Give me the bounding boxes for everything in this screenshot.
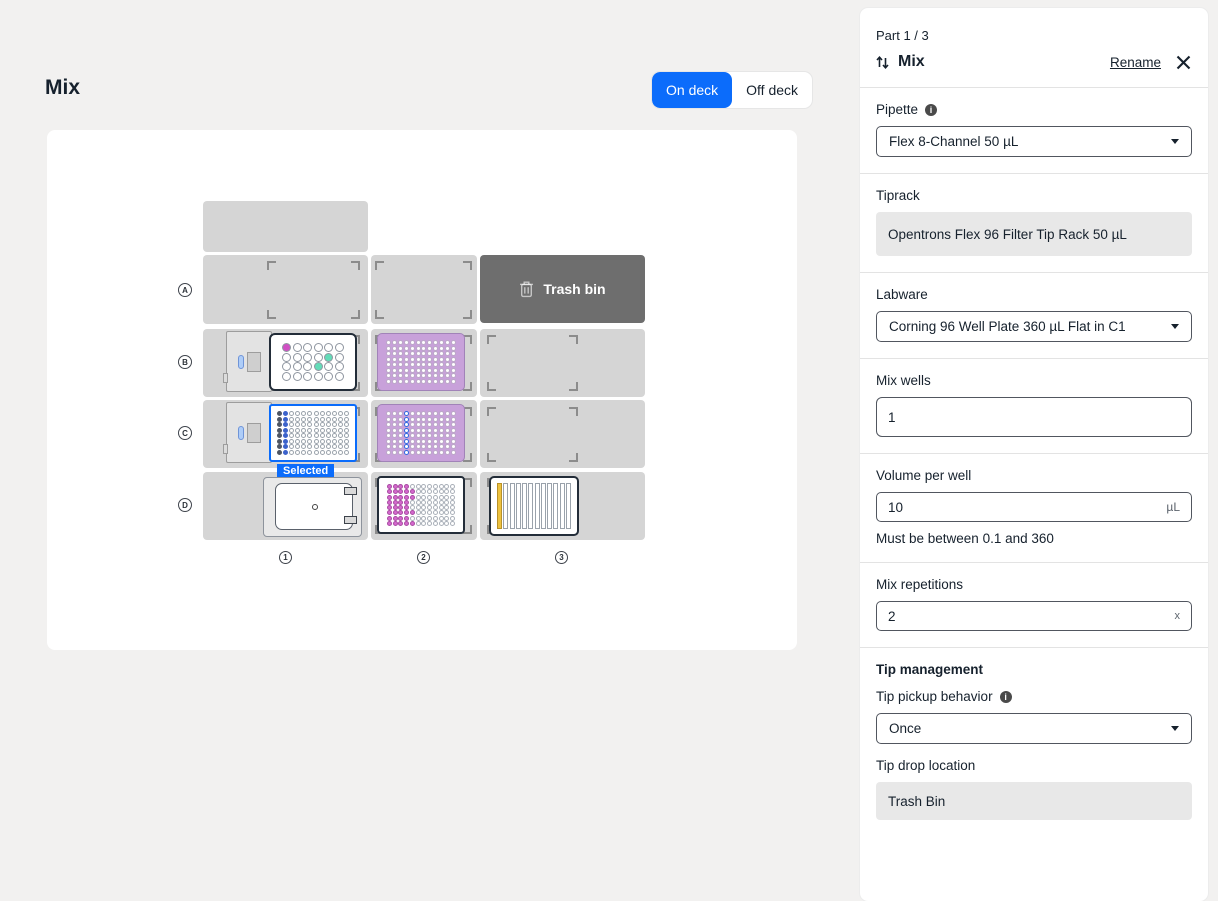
module-tab (223, 444, 228, 454)
labware-96-well-plate-D2[interactable] (377, 476, 465, 534)
mix-wells-section: Mix wells 1 (860, 358, 1208, 453)
pipette-label: Pipette (876, 102, 918, 117)
module-block (247, 423, 261, 443)
slot-corners-C3 (487, 407, 578, 462)
volume-value: 10 (888, 500, 903, 515)
chevron-down-icon (1171, 324, 1179, 329)
mix-wells-label: Mix wells (876, 373, 931, 388)
page-title: Mix (45, 76, 80, 100)
tip-management-heading: Tip management (876, 662, 1192, 677)
tiprack-value: Opentrons Flex 96 Filter Tip Rack 50 µL (888, 227, 1127, 242)
pipette-value: Flex 8-Channel 50 µL (889, 134, 1018, 149)
tip-drop-label: Tip drop location (876, 758, 975, 773)
module-block (247, 352, 261, 372)
reorder-icon (876, 55, 889, 70)
column-label-2: 2 (417, 551, 430, 564)
module-led (238, 355, 244, 369)
temperature-module-C1 (226, 402, 272, 463)
tip-drop-field: Trash Bin (876, 782, 1192, 820)
labware-12-channel-reservoir-D3[interactable] (489, 476, 579, 536)
trash-icon (519, 281, 534, 298)
column-label-1: 1 (279, 551, 292, 564)
repetitions-value: 2 (888, 609, 896, 624)
step-part-indicator: Part 1 / 3 (876, 28, 1192, 43)
latch-icon (344, 516, 357, 524)
module-led (238, 426, 244, 440)
tiprack-field: Opentrons Flex 96 Filter Tip Rack 50 µL (876, 212, 1192, 256)
tiprack-section: Tiprack Opentrons Flex 96 Filter Tip Rac… (860, 173, 1208, 272)
row-label-D: D (178, 498, 192, 512)
repetitions-input[interactable]: 2 x (876, 601, 1192, 631)
info-icon[interactable]: i (1000, 691, 1012, 703)
labware-value: Corning 96 Well Plate 360 µL Flat in C1 (889, 319, 1126, 334)
module-tab (223, 373, 228, 383)
tip-pickup-value: Once (889, 721, 921, 736)
volume-label: Volume per well (876, 468, 971, 483)
deck-view-toggle: On deck Off deck (652, 72, 812, 108)
step-form-panel: Part 1 / 3 Mix Rename (860, 8, 1208, 901)
mix-wells-input[interactable]: 1 (876, 397, 1192, 437)
step-header: Part 1 / 3 Mix Rename (860, 8, 1208, 87)
step-title: Mix (898, 53, 925, 71)
labware-dropdown[interactable]: Corning 96 Well Plate 360 µL Flat in C1 (876, 311, 1192, 342)
plate-center-mark (312, 504, 318, 510)
slot-corners-A2 (375, 261, 472, 319)
chevron-down-icon (1171, 139, 1179, 144)
volume-unit: µL (1166, 500, 1180, 514)
deck-map: Trash bin Selected A B C (47, 130, 797, 650)
trash-bin-slot: Trash bin (480, 255, 645, 323)
volume-section: Volume per well 10 µL Must be between 0.… (860, 453, 1208, 562)
repetitions-section: Mix repetitions 2 x (860, 562, 1208, 647)
trash-bin-label: Trash bin (543, 281, 605, 297)
slot-corners-A1 (267, 261, 360, 319)
temperature-module-B1 (226, 331, 272, 392)
tip-pickup-dropdown[interactable]: Once (876, 713, 1192, 744)
labware-96-well-plate-C2[interactable] (377, 404, 465, 462)
info-icon[interactable]: i (925, 104, 937, 116)
labware-96-well-plate-B2[interactable] (377, 333, 465, 391)
labware-24-well-plate-B1[interactable] (269, 333, 357, 391)
tiprack-label: Tiprack (876, 188, 920, 203)
deck-staging-area (203, 201, 368, 252)
tip-pickup-label: Tip pickup behavior (876, 689, 993, 704)
latch-icon (344, 487, 357, 495)
close-icon[interactable] (1175, 54, 1192, 71)
pipette-dropdown[interactable]: Flex 8-Channel 50 µL (876, 126, 1192, 157)
row-label-C: C (178, 426, 192, 440)
off-deck-tab[interactable]: Off deck (732, 72, 812, 108)
pipette-section: Pipette i Flex 8-Channel 50 µL (860, 87, 1208, 173)
tip-drop-value: Trash Bin (888, 794, 945, 809)
repetitions-unit: x (1175, 610, 1181, 622)
tip-management-section: Tip management Tip pickup behavior i Onc… (860, 647, 1208, 836)
on-deck-tab[interactable]: On deck (652, 72, 732, 108)
labware-96-well-plate-C1-selected[interactable] (269, 404, 357, 462)
rename-link[interactable]: Rename (1110, 55, 1161, 70)
mix-wells-value: 1 (888, 410, 896, 425)
chevron-down-icon (1171, 726, 1179, 731)
column-label-3: 3 (555, 551, 568, 564)
volume-input[interactable]: 10 µL (876, 492, 1192, 522)
row-label-A: A (178, 283, 192, 297)
repetitions-label: Mix repetitions (876, 577, 963, 592)
labware-label: Labware (876, 287, 928, 302)
labware-section: Labware Corning 96 Well Plate 360 µL Fla… (860, 272, 1208, 358)
row-label-B: B (178, 355, 192, 369)
volume-helper-text: Must be between 0.1 and 360 (876, 531, 1192, 546)
slot-corners-B3 (487, 335, 578, 391)
